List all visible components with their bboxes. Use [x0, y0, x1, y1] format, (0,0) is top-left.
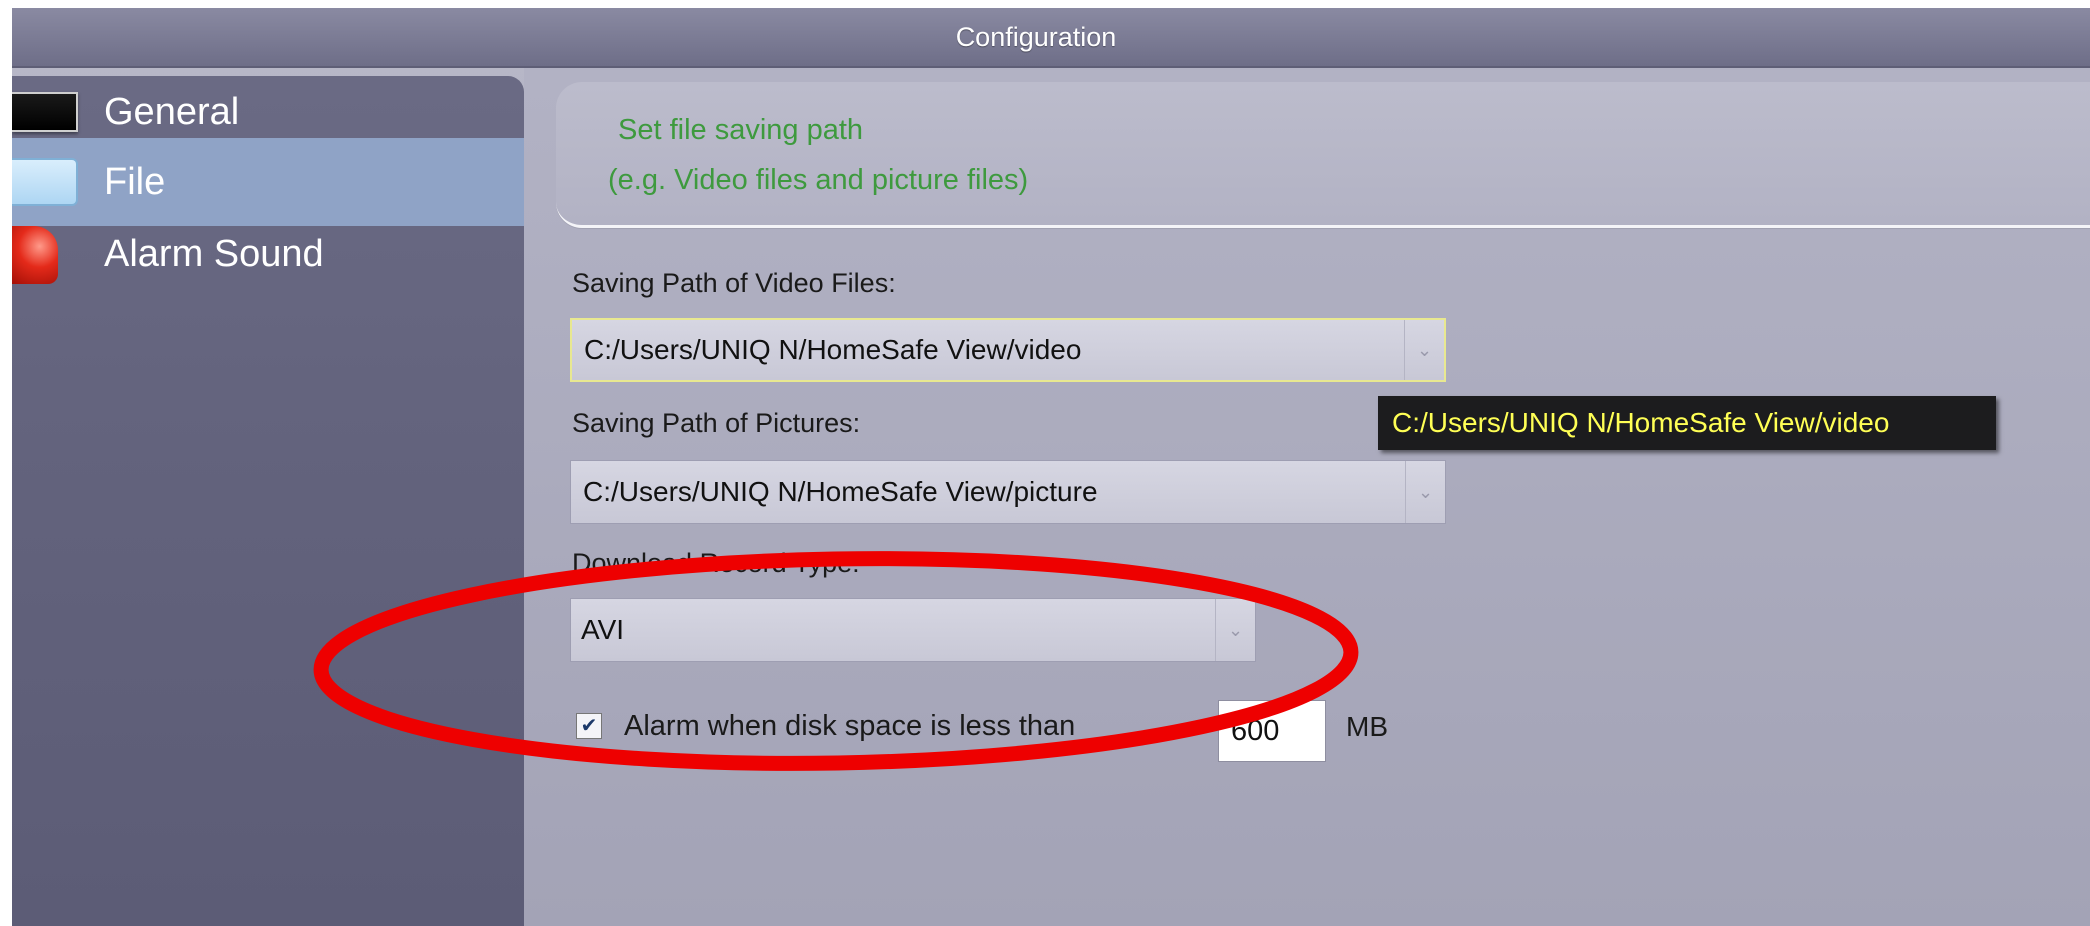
video-path-value: C:/Users/UNIQ N/HomeSafe View/video [584, 334, 1082, 365]
video-path-label: Saving Path of Video Files: [572, 268, 896, 298]
title-bar: Configuration [12, 8, 2090, 68]
record-type-value: AVI [581, 614, 625, 645]
chevron-down-icon[interactable]: ⌄ [1404, 320, 1444, 380]
window-title: Configuration [955, 21, 1117, 52]
picture-path-combo[interactable]: C:/Users/UNIQ N/HomeSafe View/picture ⌄ [570, 460, 1446, 524]
disk-alarm-checkbox[interactable]: ✔ [576, 713, 602, 739]
monitor-icon [12, 92, 78, 132]
section-header: Set file saving path (e.g. Video files a… [556, 82, 2090, 228]
record-type-label: Download Record Type: [572, 548, 860, 578]
header-subtitle: (e.g. Video files and picture files) [608, 164, 1029, 196]
picture-path-value: C:/Users/UNIQ N/HomeSafe View/picture [583, 476, 1098, 507]
folder-icon [12, 158, 78, 206]
sidebar: General File Alarm Sound [12, 76, 524, 926]
disk-space-unit: MB [1346, 711, 1388, 742]
picture-path-label: Saving Path of Pictures: [572, 408, 861, 438]
video-path-combo[interactable]: C:/Users/UNIQ N/HomeSafe View/video ⌄ [570, 318, 1446, 382]
path-tooltip: C:/Users/UNIQ N/HomeSafe View/video [1378, 396, 1996, 450]
sidebar-item-label: Alarm Sound [104, 232, 324, 275]
sidebar-item-alarm-sound[interactable]: Alarm Sound [12, 210, 524, 298]
record-type-combo[interactable]: AVI ⌄ [570, 598, 1256, 662]
disk-alarm-label: Alarm when disk space is less than [624, 710, 1076, 742]
disk-space-input[interactable]: 600 [1218, 700, 1326, 762]
chevron-down-icon[interactable]: ⌄ [1405, 461, 1445, 523]
chevron-down-icon[interactable]: ⌄ [1215, 599, 1255, 661]
alarm-icon [12, 226, 58, 284]
sidebar-item-label: General [104, 90, 240, 133]
header-title: Set file saving path [618, 114, 864, 146]
sidebar-item-label: File [104, 160, 166, 203]
